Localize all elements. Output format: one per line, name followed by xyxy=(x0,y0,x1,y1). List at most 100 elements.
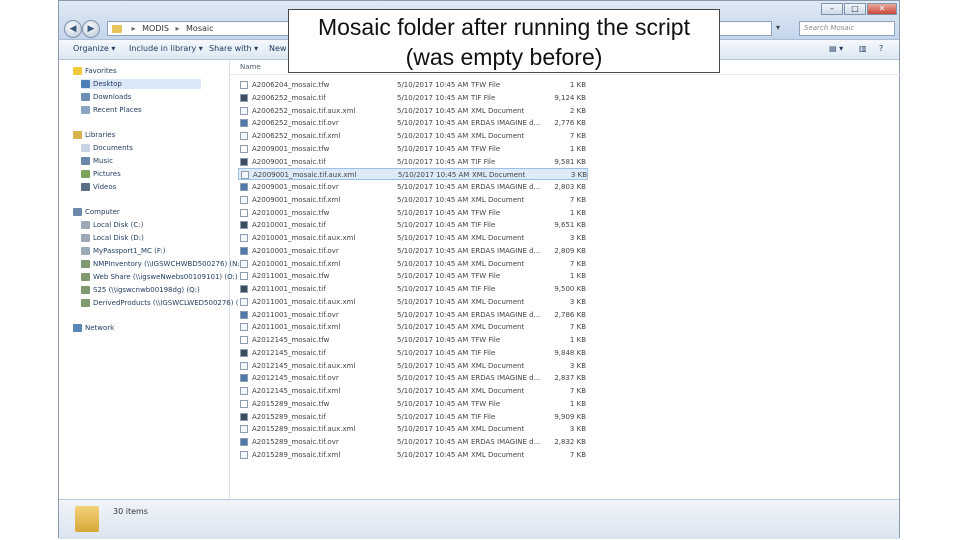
file-row[interactable]: A2012145_mosaic.tif.aux.xml 5/10/2017 10:… xyxy=(238,360,588,372)
include-in-library-button[interactable]: Include in library ▾ xyxy=(129,43,203,55)
nav-nmpinventory[interactable]: NMPInventory (\\IGSWCHWBD500276) (N:) xyxy=(81,259,242,269)
xml-file-icon xyxy=(240,132,248,140)
nav-music[interactable]: Music xyxy=(81,156,113,166)
view-options-icon[interactable]: ▤ ▾ xyxy=(829,43,843,55)
breadcrumb-modis[interactable]: MODIS xyxy=(142,24,169,33)
file-date: 5/10/2017 10:45 AM xyxy=(397,183,469,191)
nav-network[interactable]: Network xyxy=(73,323,114,333)
minimize-button[interactable]: – xyxy=(821,3,843,15)
file-row[interactable]: A2010001_mosaic.tfw 5/10/2017 10:45 AM TFW… xyxy=(238,207,588,219)
file-row[interactable]: A2015289_mosaic.tfw 5/10/2017 10:45 AM TFW… xyxy=(238,398,588,410)
file-row[interactable]: A2009001_mosaic.tif.aux.xml 5/10/2017 10:… xyxy=(238,168,588,181)
file-row[interactable]: A2012145_mosaic.tif 5/10/2017 10:45 AM TIF… xyxy=(238,347,588,359)
file-row[interactable]: A2011001_mosaic.tif.aux.xml 5/10/2017 10:… xyxy=(238,296,588,308)
file-date: 5/10/2017 10:45 AM xyxy=(397,259,469,268)
nav-label: Documents xyxy=(93,144,133,152)
nav-favorites[interactable]: Favorites xyxy=(73,66,117,76)
file-row[interactable]: A2012145_mosaic.tfw 5/10/2017 10:45 AM TFW… xyxy=(238,334,588,346)
preview-pane-icon[interactable]: ▥ xyxy=(859,43,867,55)
folder-icon xyxy=(112,24,122,33)
close-icon: ✕ xyxy=(878,4,886,13)
nav-local-disk-c[interactable]: Local Disk (C:) xyxy=(81,220,143,230)
nav-computer[interactable]: Computer xyxy=(73,207,120,217)
nav-downloads[interactable]: Downloads xyxy=(81,92,131,102)
file-date: 5/10/2017 10:45 AM xyxy=(397,119,469,128)
file-row[interactable]: A2010001_mosaic.tif.xml 5/10/2017 10:45 A… xyxy=(238,258,588,270)
nav-recent-places[interactable]: Recent Places xyxy=(81,105,142,115)
share-with-button[interactable]: Share with ▾ xyxy=(209,43,258,55)
ovr-file-icon xyxy=(240,119,248,128)
file-date: 5/10/2017 10:45 AM xyxy=(397,412,469,421)
file-row[interactable]: A2015289_mosaic.tif.aux.xml 5/10/2017 10:… xyxy=(238,423,588,435)
file-row[interactable]: A2015289_mosaic.tif.xml 5/10/2017 10:45 A… xyxy=(238,449,588,461)
file-row[interactable]: A2009001_mosaic.tif 5/10/2017 10:45 AM TIF… xyxy=(238,156,588,168)
tfw-file-icon xyxy=(240,208,248,217)
xml-file-icon xyxy=(240,425,248,434)
navigation-pane: Favorites Desktop Downloads Recent Place… xyxy=(59,60,242,498)
drive-icon xyxy=(81,234,90,242)
file-row[interactable]: A2011001_mosaic.tif 5/10/2017 10:45 AM TIF… xyxy=(238,283,588,295)
file-row[interactable]: A2015289_mosaic.tif 5/10/2017 10:45 AM TIF… xyxy=(238,411,588,423)
callout-line-2: (was empty before) xyxy=(405,44,603,70)
file-row[interactable]: A2015289_mosaic.tif.ovr 5/10/2017 10:45 A… xyxy=(238,436,588,448)
file-row[interactable]: A2012145_mosaic.tif.xml 5/10/2017 10:45 A… xyxy=(238,385,588,397)
file-row[interactable]: A2006252_mosaic.tif.aux.xml 5/10/2017 10:… xyxy=(238,105,588,117)
file-date: 5/10/2017 10:45 AM xyxy=(397,221,469,230)
file-type: XML Document xyxy=(471,297,525,306)
file-date: 5/10/2017 10:45 AM xyxy=(397,144,469,153)
help-icon[interactable]: ? xyxy=(879,43,883,55)
file-row[interactable]: A2010001_mosaic.tif.ovr 5/10/2017 10:45 A… xyxy=(238,245,588,257)
file-row[interactable]: A2011001_mosaic.tif.xml 5/10/2017 10:45 A… xyxy=(238,321,588,333)
close-button[interactable]: ✕ xyxy=(867,3,897,15)
nav-videos[interactable]: Videos xyxy=(81,182,116,192)
nav-label: Local Disk (C:) xyxy=(93,221,144,229)
file-type: XML Document xyxy=(471,234,525,242)
file-row[interactable]: A2011001_mosaic.tif.ovr 5/10/2017 10:45 A… xyxy=(238,309,588,321)
file-name: A2011001_mosaic.tif.ovr xyxy=(252,310,339,319)
file-size: 2,776 KB xyxy=(554,119,586,128)
file-name: A2010001_mosaic.tif.ovr xyxy=(252,246,339,255)
nav-s25[interactable]: S25 (\\igswcnwb00198dg) (Q:) xyxy=(81,285,200,295)
tif-file-icon xyxy=(240,348,248,357)
file-row[interactable]: A2010001_mosaic.tif.aux.xml 5/10/2017 10:… xyxy=(238,232,588,244)
nav-documents[interactable]: Documents xyxy=(81,143,133,153)
back-button[interactable]: ◀ xyxy=(64,20,82,38)
drive-icon xyxy=(81,247,90,255)
breadcrumb-mosaic[interactable]: Mosaic xyxy=(186,24,214,33)
file-row[interactable]: A2006252_mosaic.tif.ovr 5/10/2017 10:45 A… xyxy=(238,117,588,129)
nav-label: Downloads xyxy=(93,93,132,101)
minimize-icon: – xyxy=(830,4,834,13)
file-row[interactable]: A2009001_mosaic.tif.ovr 5/10/2017 10:45 A… xyxy=(238,181,588,193)
nav-derived-products[interactable]: DerivedProducts (\\IGSWCLWED500276) ( xyxy=(81,298,238,308)
file-row[interactable]: A2009001_mosaic.tif.xml 5/10/2017 10:45 A… xyxy=(238,194,588,206)
file-name: A2009001_mosaic.tif.aux.xml xyxy=(253,171,357,180)
column-name-header[interactable]: Name xyxy=(240,60,261,74)
maximize-button[interactable]: □ xyxy=(844,3,866,15)
file-row[interactable]: A2012145_mosaic.tif.ovr 5/10/2017 10:45 A… xyxy=(238,372,588,384)
file-date: 5/10/2017 10:45 AM xyxy=(397,450,469,459)
file-row[interactable]: A2006204_mosaic.tfw 5/10/2017 10:45 AM TFW… xyxy=(238,79,588,91)
nav-web-share[interactable]: Web Share (\\igsweNwebs00109101) (O:) xyxy=(81,272,238,282)
nav-pictures[interactable]: Pictures xyxy=(81,169,121,179)
network-drive-icon xyxy=(81,299,90,307)
file-name: A2009001_mosaic.tif.ovr xyxy=(252,183,339,191)
nav-desktop[interactable]: Desktop xyxy=(81,79,201,89)
file-row[interactable]: A2006252_mosaic.tif 5/10/2017 10:45 AM TIF… xyxy=(238,92,588,104)
star-icon xyxy=(73,67,82,75)
file-row[interactable]: A2011001_mosaic.tfw 5/10/2017 10:45 AM TFW… xyxy=(238,270,588,282)
file-name: A2012145_mosaic.tif.aux.xml xyxy=(252,361,356,370)
search-input[interactable]: Search Mosaic xyxy=(799,21,895,36)
file-row[interactable]: A2010001_mosaic.tif 5/10/2017 10:45 AM TIF… xyxy=(238,219,588,231)
file-row[interactable]: A2006252_mosaic.tif.xml 5/10/2017 10:45 A… xyxy=(238,130,588,142)
file-row[interactable]: A2009001_mosaic.tfw 5/10/2017 10:45 AM TFW… xyxy=(238,143,588,155)
address-dropdown-icon[interactable]: ▾ xyxy=(776,23,780,32)
file-name: A2015289_mosaic.tif.aux.xml xyxy=(252,425,356,434)
file-size: 7 KB xyxy=(569,132,586,140)
nav-libraries[interactable]: Libraries xyxy=(73,130,115,140)
organize-button[interactable]: Organize ▾ xyxy=(73,43,115,55)
forward-button[interactable]: ▶ xyxy=(82,20,100,38)
nav-mypassport[interactable]: MyPassport1_MC (F:) xyxy=(81,246,165,256)
file-name: A2012145_mosaic.tif.xml xyxy=(252,387,341,395)
nav-local-disk-d[interactable]: Local Disk (D:) xyxy=(81,233,144,243)
file-type: XML Document xyxy=(471,450,525,459)
